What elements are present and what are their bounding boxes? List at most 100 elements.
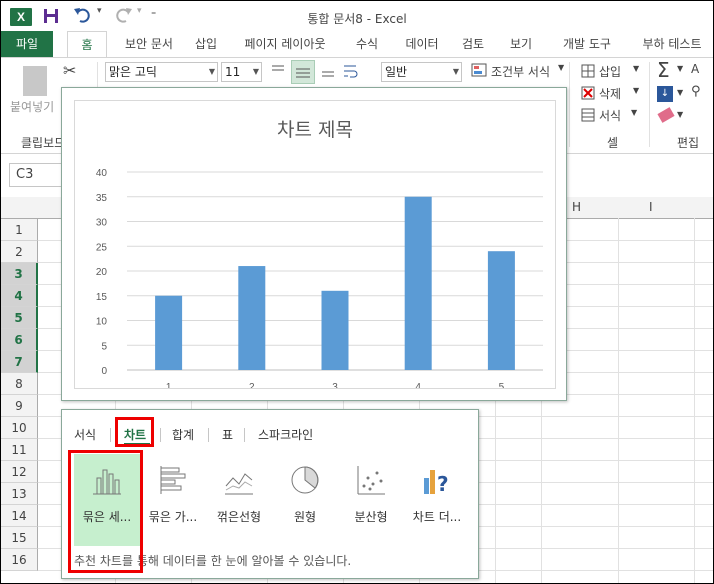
insert-cells-icon [581, 64, 595, 78]
column-header-i[interactable]: I [649, 200, 653, 214]
fill-icon[interactable]: ↓ [657, 86, 673, 102]
x-tick-label: 5 [499, 382, 505, 388]
tab-security-doc[interactable]: 보안 문서 [111, 31, 187, 57]
qa-item-pie[interactable]: 원형 [272, 454, 338, 546]
wrap-text-icon[interactable] [341, 62, 359, 80]
autosum-icon[interactable]: Σ [657, 58, 670, 82]
format-cells-button[interactable]: 서식 [599, 107, 621, 124]
divider [110, 428, 111, 442]
font-size-select[interactable]: 11 ▼ [221, 62, 262, 82]
row-header[interactable]: 10 [1, 417, 38, 439]
row-header[interactable]: 14 [1, 505, 38, 527]
pie-chart-icon [291, 466, 319, 494]
title-bar: X ▾ ▾ ₌ 통합 문서8 - Excel [1, 1, 713, 33]
editing-group-label: 편집 [677, 136, 700, 150]
row-header[interactable]: 5 [1, 307, 38, 329]
tab-insert[interactable]: 삽입 [187, 31, 225, 57]
window-title: 통합 문서8 - Excel [307, 12, 407, 26]
qa-item-scatter[interactable]: 분산형 [338, 454, 404, 546]
row-header[interactable]: 13 [1, 483, 38, 505]
tab-view[interactable]: 보기 [501, 31, 541, 57]
name-box[interactable]: C3 [9, 163, 67, 187]
x-tick-label: 4 [415, 382, 421, 388]
font-name-select[interactable]: 맑은 고딕 ▼ [105, 62, 218, 82]
delete-cells-button[interactable]: 삭제 [599, 85, 621, 102]
row-header[interactable]: 9 [1, 395, 38, 417]
chevron-down-icon: ▼ [558, 63, 565, 72]
find-select-icon[interactable]: ⚲ [691, 84, 701, 99]
column-gridline [694, 218, 695, 583]
row-header[interactable]: 8 [1, 373, 38, 395]
paste-button[interactable]: 붙여넣기 [10, 98, 54, 115]
qa-tab-tables[interactable]: 표 [222, 426, 233, 443]
row-header[interactable]: 1 [1, 219, 38, 241]
chevron-down-icon: ▼ [208, 67, 215, 76]
qa-item-more-charts[interactable]: ? 차트 더... [404, 454, 470, 546]
row-header[interactable]: 15 [1, 527, 38, 549]
row-header[interactable]: 7 [1, 351, 38, 373]
chevron-down-icon: ▼ [252, 67, 259, 76]
y-tick-label: 10 [96, 317, 108, 328]
font-name-value: 맑은 고딕 [109, 65, 157, 79]
qa-item-label: 원형 [293, 510, 317, 524]
qa-tab-formatting[interactable]: 서식 [74, 426, 96, 443]
row-header[interactable]: 11 [1, 439, 38, 461]
cells-group-label: 셀 [607, 136, 619, 150]
tab-review[interactable]: 검토 [453, 31, 493, 57]
highlight-box-charts-tab [115, 417, 154, 447]
chevron-down-icon: ▼ [633, 64, 640, 73]
clear-icon[interactable] [657, 107, 675, 123]
row-header[interactable]: 6 [1, 329, 38, 351]
chart-area: 차트 제목 0 5 10 15 20 25 30 35 40 1 2 3 4 5 [74, 100, 556, 389]
tab-file[interactable]: 파일 [1, 31, 53, 57]
row-header[interactable]: 3 [1, 263, 38, 285]
insert-cells-button[interactable]: 삽입 [599, 63, 621, 80]
tab-formulas[interactable]: 수식 [347, 31, 387, 57]
qa-tab-sparklines[interactable]: 스파크라인 [258, 426, 313, 443]
row-header[interactable]: 16 [1, 549, 38, 571]
align-bottom-icon[interactable] [319, 62, 337, 80]
highlight-box-clustered-column [68, 450, 143, 573]
y-tick-label: 35 [96, 193, 108, 204]
qa-item-clustered-bar[interactable]: 묶은 가... [140, 454, 206, 546]
tab-data[interactable]: 데이터 [397, 31, 447, 57]
y-tick-label: 30 [96, 218, 108, 229]
scatter-chart-icon [357, 466, 385, 495]
chevron-down-icon: ▼ [677, 64, 684, 73]
tab-developer[interactable]: 개발 도구 [551, 31, 623, 57]
row-header[interactable]: 2 [1, 241, 38, 263]
tab-home[interactable]: 홈 [67, 31, 107, 58]
format-cells-icon [581, 108, 595, 122]
y-tick-label: 20 [96, 267, 108, 278]
divider [569, 62, 570, 147]
x-tick-label: 2 [249, 382, 255, 388]
align-top-icon[interactable] [269, 62, 287, 80]
qa-item-line[interactable]: 꺾은선형 [206, 454, 272, 546]
divider [244, 428, 245, 442]
cut-icon[interactable]: ✂ [63, 61, 76, 80]
conditional-format-icon [471, 63, 487, 77]
font-size-value: 11 [225, 65, 241, 79]
align-middle-icon[interactable] [291, 60, 315, 84]
column-gridline [618, 218, 619, 583]
clustered-bar-icon [160, 466, 186, 494]
column-header-h[interactable]: H [572, 200, 581, 214]
chevron-down-icon: ▼ [677, 88, 684, 97]
x-tick-label: 1 [166, 382, 172, 388]
sort-filter-icon[interactable]: A [691, 62, 699, 76]
tab-load-test[interactable]: 부하 테스트 [631, 31, 713, 57]
y-tick-label: 0 [101, 366, 107, 377]
paste-icon[interactable] [23, 66, 47, 96]
qa-item-label: 꺾은선형 [216, 510, 262, 524]
ribbon-tabs: 파일 홈 보안 문서 삽입 페이지 레이아웃 수식 데이터 검토 보기 개발 도… [1, 31, 713, 58]
row-header[interactable]: 4 [1, 285, 38, 307]
number-format-value: 일반 [385, 65, 408, 79]
bar [238, 266, 266, 370]
tab-page-layout[interactable]: 페이지 레이아웃 [235, 31, 335, 57]
line-chart-icon [225, 473, 253, 495]
number-format-select[interactable]: 일반 ▼ [381, 62, 462, 82]
chevron-down-icon: ▼ [677, 110, 684, 119]
qa-tab-totals[interactable]: 합계 [172, 426, 194, 443]
row-header[interactable]: 12 [1, 461, 38, 483]
conditional-format-button[interactable]: 조건부 서식 [491, 63, 550, 80]
